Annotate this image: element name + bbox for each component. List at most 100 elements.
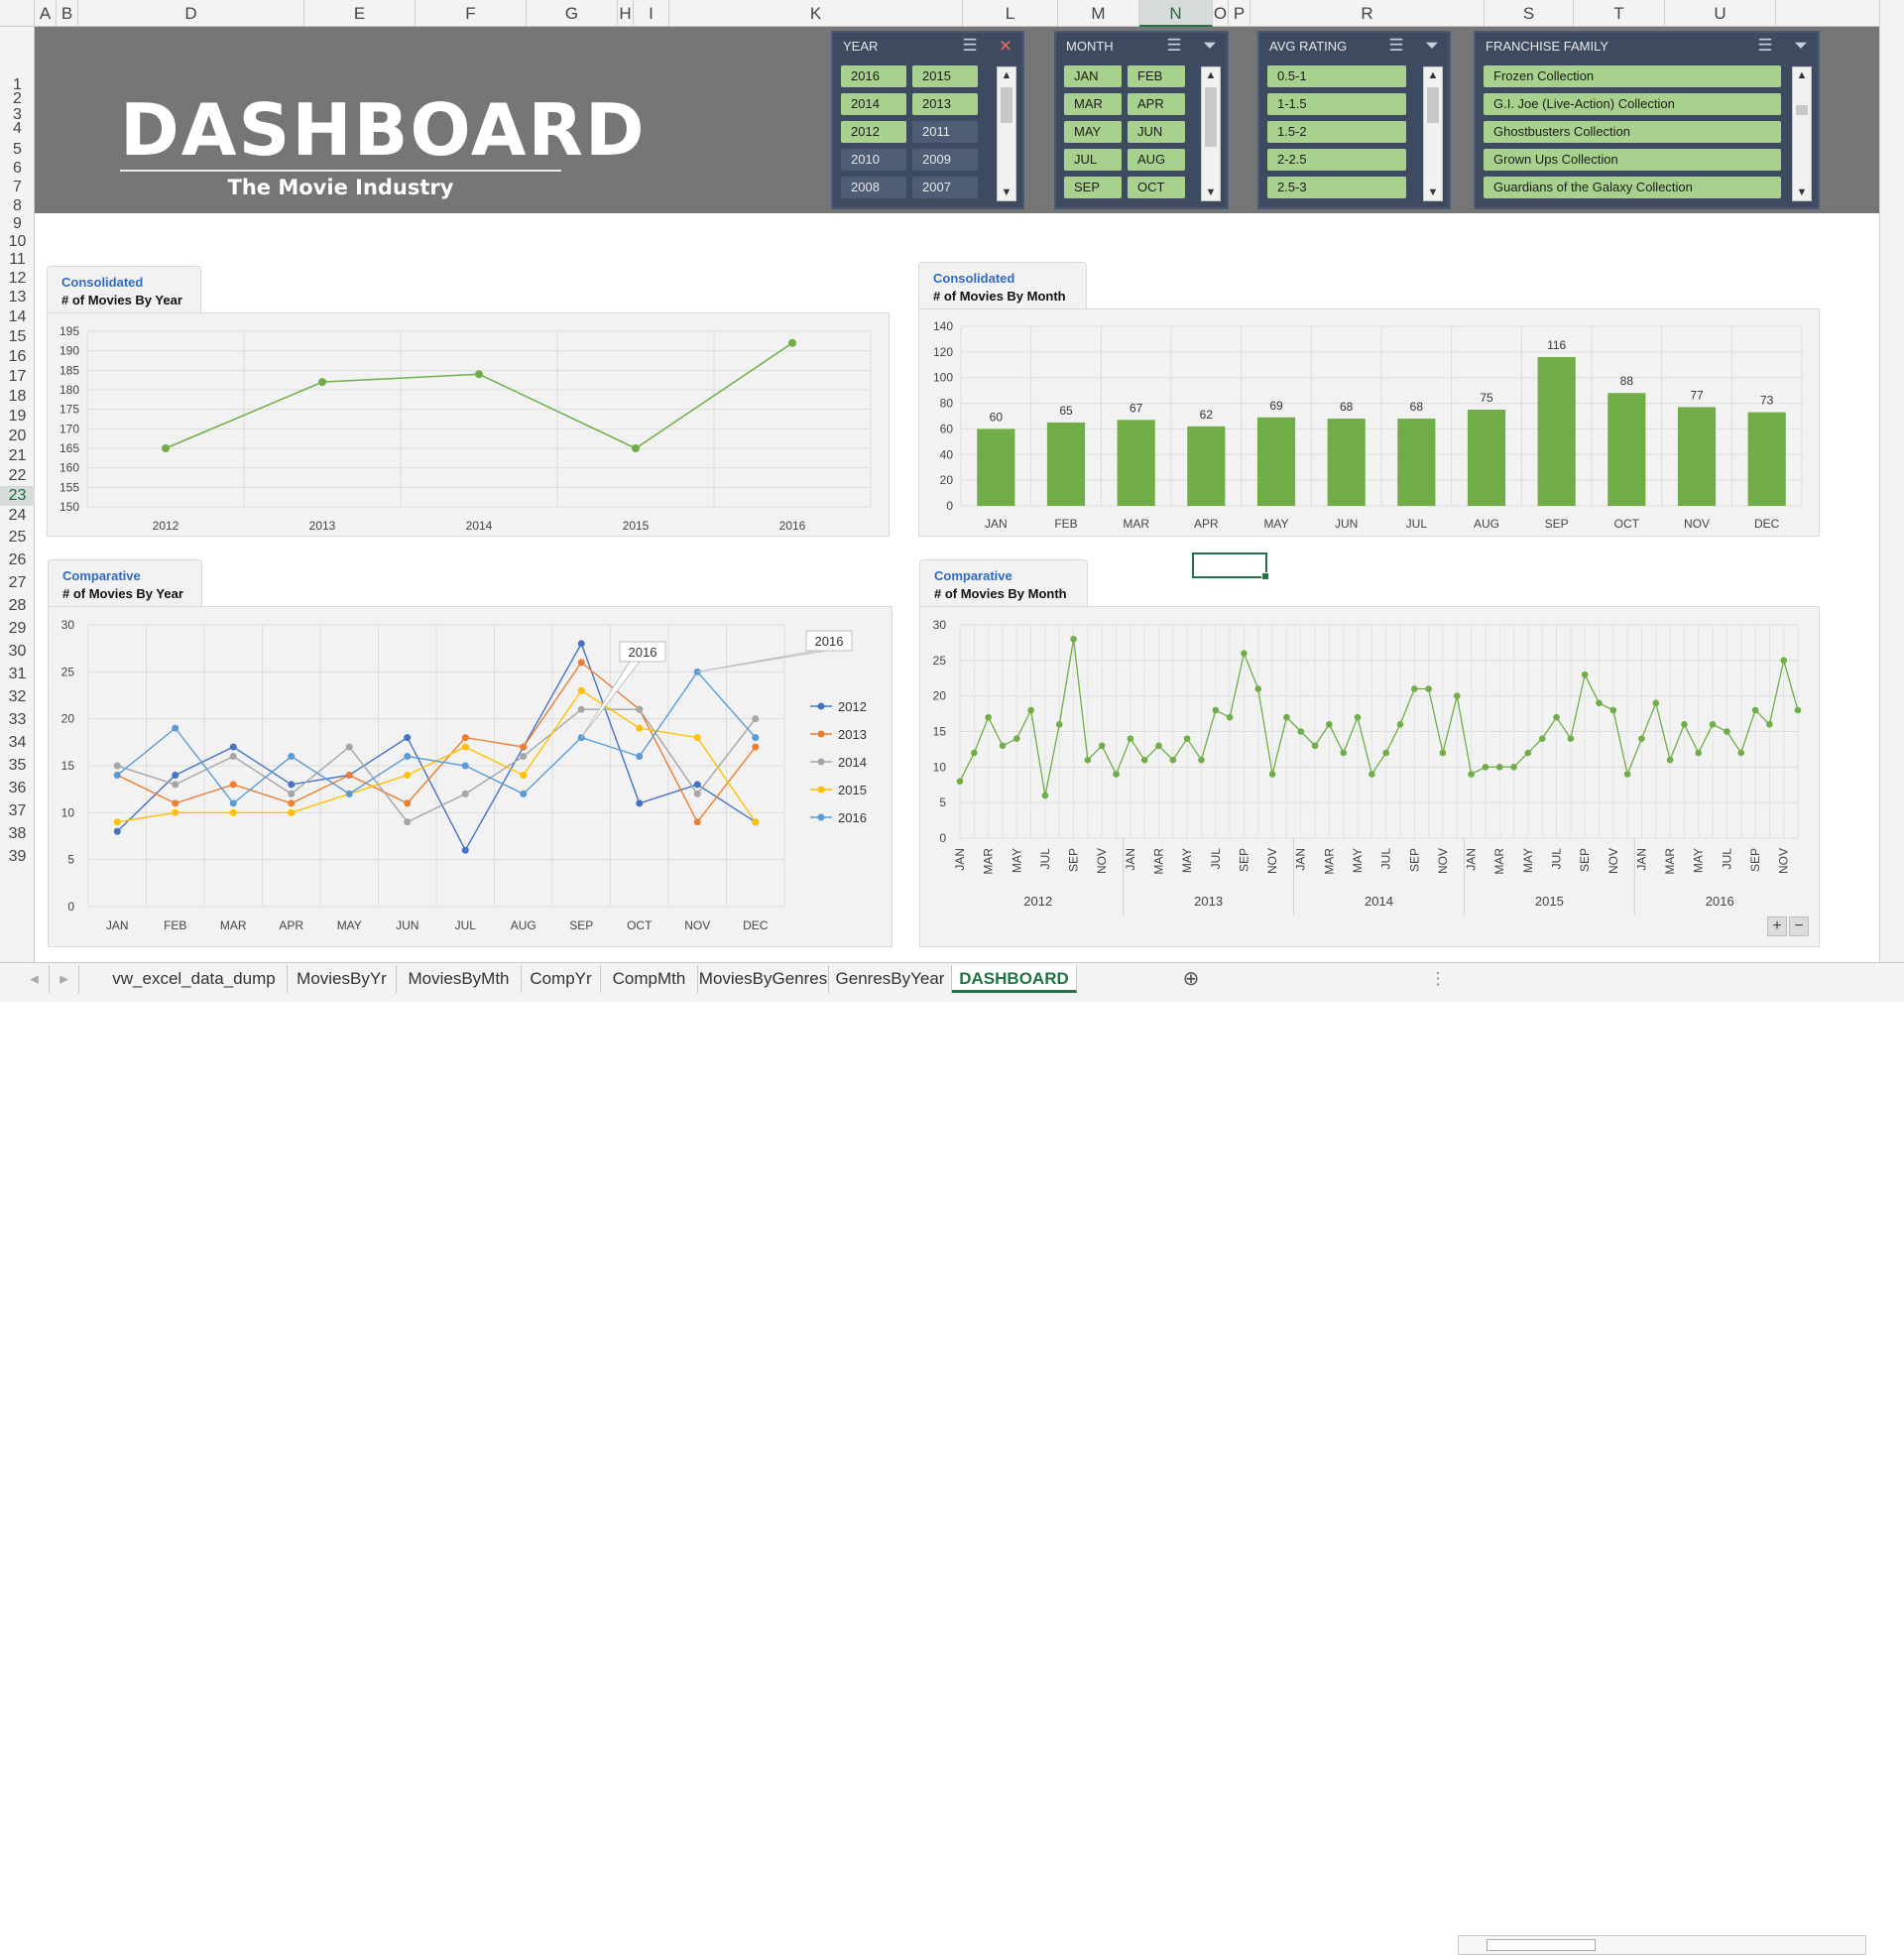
column-header-P[interactable]: P: [1229, 0, 1250, 27]
row-header-18[interactable]: 18: [0, 387, 35, 407]
row-header-16[interactable]: 16: [0, 347, 35, 367]
row-header-11[interactable]: 11: [0, 250, 35, 270]
select-all-corner[interactable]: [0, 0, 35, 27]
row-header-5[interactable]: 5: [0, 140, 35, 160]
slicer-item[interactable]: 1-1.5: [1267, 93, 1406, 115]
slicer-item[interactable]: 2013: [912, 93, 978, 115]
row-header-4[interactable]: 4: [0, 119, 35, 139]
sheet-tab-compyr[interactable]: CompYr: [522, 965, 601, 993]
column-header-T[interactable]: T: [1574, 0, 1665, 27]
add-sheet-icon[interactable]: ⊕: [1176, 965, 1206, 993]
row-header-15[interactable]: 15: [0, 327, 35, 347]
slicer-scroll-thumb[interactable]: [1205, 87, 1217, 147]
row-header-28[interactable]: 28: [0, 596, 35, 616]
sheet-tab-moviesbyyr[interactable]: MoviesByYr: [288, 965, 397, 993]
column-header-R[interactable]: R: [1250, 0, 1485, 27]
row-header-21[interactable]: 21: [0, 446, 35, 466]
collapse-button[interactable]: −: [1789, 916, 1809, 936]
row-header-22[interactable]: 22: [0, 466, 35, 486]
slicer-item[interactable]: AUG: [1128, 149, 1185, 171]
row-header-36[interactable]: 36: [0, 779, 35, 798]
row-header-10[interactable]: 10: [0, 232, 35, 252]
row-header-20[interactable]: 20: [0, 427, 35, 446]
row-header-30[interactable]: 30: [0, 642, 35, 662]
column-header-K[interactable]: K: [669, 0, 963, 27]
slicer-item[interactable]: 2010: [841, 149, 906, 171]
slicer-scrollbar[interactable]: ▲ ▼: [997, 66, 1016, 201]
row-header-39[interactable]: 39: [0, 847, 35, 867]
scroll-up-icon[interactable]: ▲: [1793, 69, 1811, 81]
sheet-tab-vw_excel_data_dump[interactable]: vw_excel_data_dump: [101, 965, 288, 993]
multi-select-icon[interactable]: ☰: [1385, 35, 1407, 57]
slicer-item[interactable]: 1.5-2: [1267, 121, 1406, 143]
row-header-19[interactable]: 19: [0, 407, 35, 427]
filter-icon[interactable]: ⏷: [1199, 35, 1221, 57]
slicer-item[interactable]: 2.5-3: [1267, 177, 1406, 198]
slicer-item[interactable]: APR: [1128, 93, 1185, 115]
sheet-tab-moviesbymth[interactable]: MoviesByMth: [397, 965, 522, 993]
scroll-left-sheets-icon[interactable]: ◂: [20, 965, 50, 993]
row-header-9[interactable]: 9: [0, 214, 35, 234]
column-header-B[interactable]: B: [57, 0, 78, 27]
slicer-item[interactable]: 0.5-1: [1267, 65, 1406, 87]
row-header-33[interactable]: 33: [0, 710, 35, 730]
scroll-down-icon[interactable]: ▼: [1424, 186, 1442, 198]
row-header-29[interactable]: 29: [0, 619, 35, 639]
row-header-37[interactable]: 37: [0, 801, 35, 821]
column-header-D[interactable]: D: [78, 0, 304, 27]
slicer-item[interactable]: Grown Ups Collection: [1484, 149, 1781, 171]
slicer-scroll-thumb[interactable]: [1796, 105, 1808, 115]
multi-select-icon[interactable]: ☰: [1754, 35, 1776, 57]
slicer-scrollbar[interactable]: ▲ ▼: [1792, 66, 1812, 201]
column-header-I[interactable]: I: [634, 0, 669, 27]
column-header-U[interactable]: U: [1665, 0, 1776, 27]
selected-cell[interactable]: [1192, 552, 1269, 580]
slicer-item[interactable]: G.I. Joe (Live-Action) Collection: [1484, 93, 1781, 115]
slicer-item[interactable]: 2016: [841, 65, 906, 87]
slicer-item[interactable]: 2015: [912, 65, 978, 87]
row-header-32[interactable]: 32: [0, 687, 35, 707]
column-header-O[interactable]: O: [1213, 0, 1229, 27]
slicer-item[interactable]: 2011: [912, 121, 978, 143]
scroll-right-sheets-icon[interactable]: ▸: [50, 965, 79, 993]
row-header-13[interactable]: 13: [0, 288, 35, 307]
scroll-up-icon[interactable]: ▲: [1424, 69, 1442, 81]
slicer-item[interactable]: 2-2.5: [1267, 149, 1406, 171]
row-header-8[interactable]: 8: [0, 196, 35, 216]
row-header-34[interactable]: 34: [0, 733, 35, 753]
slicer-item[interactable]: 2012: [841, 121, 906, 143]
slicer-item[interactable]: OCT: [1128, 177, 1185, 198]
slicer-item[interactable]: 2007: [912, 177, 978, 198]
slicer-item[interactable]: JAN: [1064, 65, 1122, 87]
filter-icon[interactable]: ⏷: [1421, 35, 1443, 57]
slicer-item[interactable]: 2009: [912, 149, 978, 171]
row-header-24[interactable]: 24: [0, 506, 35, 526]
scroll-up-icon[interactable]: ▲: [998, 69, 1015, 81]
row-header-23[interactable]: 23: [0, 486, 35, 506]
horizontal-scrollbar[interactable]: [1458, 1935, 1866, 1955]
scroll-down-icon[interactable]: ▼: [998, 186, 1015, 198]
column-header-L[interactable]: L: [963, 0, 1058, 27]
sheet-tab-compmth[interactable]: CompMth: [601, 965, 698, 993]
slicer-item[interactable]: MAY: [1064, 121, 1122, 143]
slicer-scroll-thumb[interactable]: [1427, 87, 1439, 123]
row-header-26[interactable]: 26: [0, 550, 35, 570]
row-header-27[interactable]: 27: [0, 573, 35, 593]
column-header-N[interactable]: N: [1139, 0, 1213, 27]
row-header-31[interactable]: 31: [0, 665, 35, 684]
slicer-item[interactable]: Guardians of the Galaxy Collection: [1484, 177, 1781, 198]
column-header-E[interactable]: E: [304, 0, 416, 27]
slicer-scrollbar[interactable]: ▲ ▼: [1201, 66, 1221, 201]
row-header-25[interactable]: 25: [0, 528, 35, 548]
filter-icon[interactable]: ⏷: [1790, 35, 1812, 57]
column-header-M[interactable]: M: [1058, 0, 1139, 27]
row-header-14[interactable]: 14: [0, 307, 35, 327]
sheet-tab-dashboard[interactable]: DASHBOARD: [952, 965, 1077, 993]
column-header-A[interactable]: A: [35, 0, 57, 27]
slicer-scroll-thumb[interactable]: [1001, 87, 1012, 123]
row-header-6[interactable]: 6: [0, 159, 35, 179]
slicer-item[interactable]: 2014: [841, 93, 906, 115]
slicer-item[interactable]: JUL: [1064, 149, 1122, 171]
row-header-17[interactable]: 17: [0, 367, 35, 387]
row-header-7[interactable]: 7: [0, 178, 35, 197]
